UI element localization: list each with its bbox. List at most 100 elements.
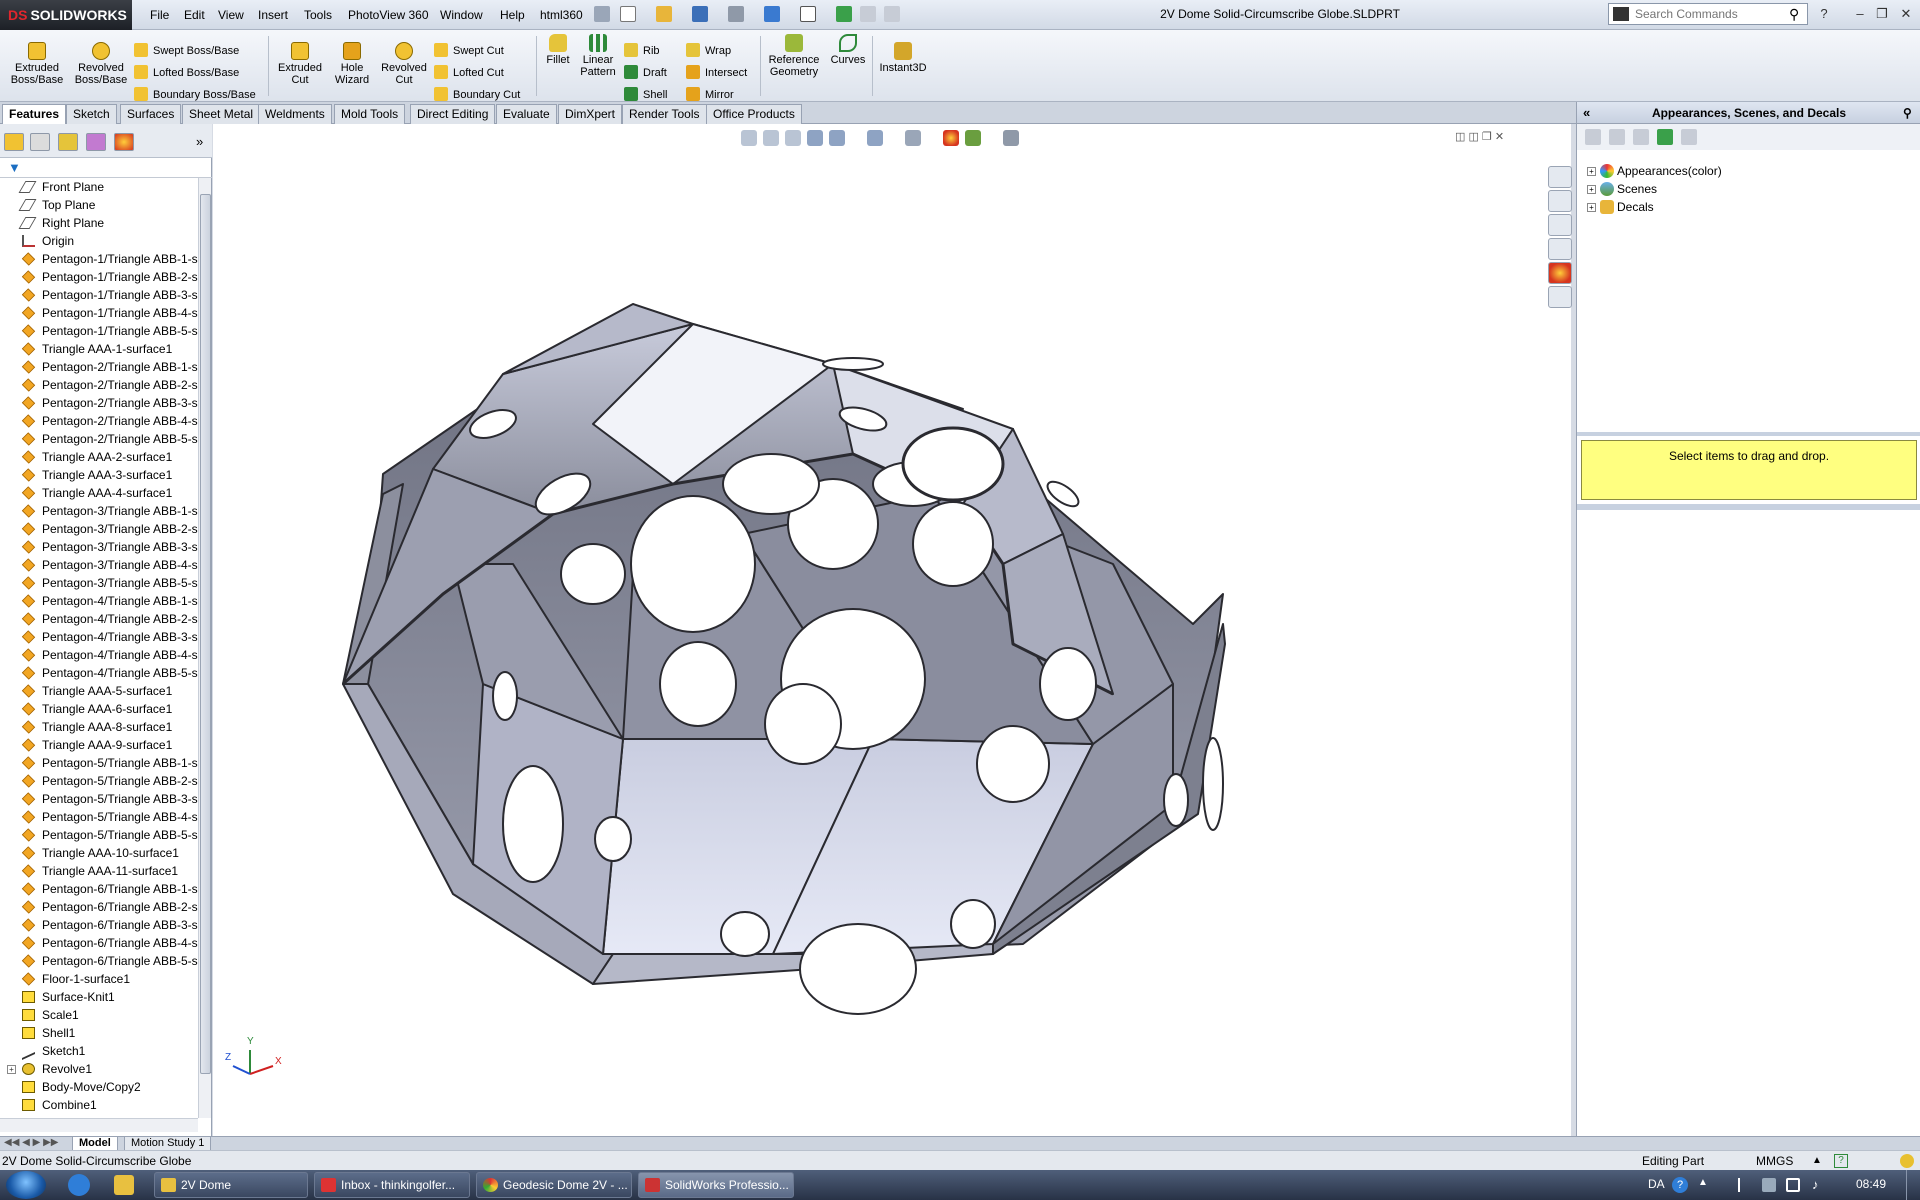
swept-boss-button[interactable]: Swept Boss/Base xyxy=(134,42,239,60)
feature-tree-scrollbar[interactable] xyxy=(198,178,211,1118)
filter-bar[interactable]: ▼ xyxy=(0,158,212,178)
reference-geometry-button[interactable]: Reference Geometry xyxy=(764,34,824,78)
tree-item[interactable]: Front Plane xyxy=(0,178,198,196)
tree-item[interactable]: Triangle AAA-8-surface1 xyxy=(0,718,198,736)
tree-item[interactable]: Pentagon-5/Triangle ABB-3-s xyxy=(0,790,198,808)
new-document-icon[interactable] xyxy=(620,6,636,22)
minimize-icon[interactable]: – xyxy=(1852,6,1868,22)
tree-item[interactable]: Pentagon-6/Triangle ABB-1-s xyxy=(0,880,198,898)
tree-item[interactable]: Pentagon-1/Triangle ABB-2-s xyxy=(0,268,198,286)
tree-item[interactable]: Pentagon-5/Triangle ABB-5-s xyxy=(0,826,198,844)
tree-item[interactable]: Combine1 xyxy=(0,1096,198,1114)
menu-file[interactable]: File xyxy=(146,6,173,24)
tab-scroll-icon[interactable]: ◀◀ ◀ ▶ ▶▶ xyxy=(4,1137,58,1148)
add-folder-icon[interactable] xyxy=(1633,129,1649,145)
extruded-boss-button[interactable]: Extruded Boss/Base xyxy=(6,42,68,86)
tree-item[interactable]: Pentagon-1/Triangle ABB-5-s xyxy=(0,322,198,340)
tree-item[interactable]: Pentagon-6/Triangle ABB-5-s xyxy=(0,952,198,970)
tree-item[interactable]: Triangle AAA-9-surface1 xyxy=(0,736,198,754)
tree-node-appearances[interactable]: + Appearances(color) xyxy=(1587,162,1722,180)
tray-expand-icon[interactable]: ▲ xyxy=(1698,1177,1708,1188)
tree-item[interactable]: Triangle AAA-5-surface1 xyxy=(0,682,198,700)
tree-item[interactable]: Triangle AAA-11-surface1 xyxy=(0,862,198,880)
tab-dimxpert[interactable]: DimXpert xyxy=(558,104,623,124)
units-selector[interactable]: MMGS xyxy=(1756,1151,1793,1171)
input-language[interactable]: DA xyxy=(1648,1177,1665,1191)
taskbar-item-gmail[interactable]: Inbox - thinkingolfer... xyxy=(314,1172,470,1198)
property-manager-tab-icon[interactable] xyxy=(30,133,50,151)
tree-item[interactable]: Pentagon-5/Triangle ABB-4-s xyxy=(0,808,198,826)
tree-item[interactable]: Pentagon-6/Triangle ABB-3-s xyxy=(0,916,198,934)
tree-item[interactable]: Scale1 xyxy=(0,1006,198,1024)
expand-icon[interactable]: + xyxy=(1587,203,1596,212)
network-icon[interactable] xyxy=(1786,1178,1800,1192)
pin-icon[interactable] xyxy=(594,6,610,22)
geodesic-dome-model[interactable] xyxy=(213,124,1571,1136)
tree-item[interactable]: Pentagon-1/Triangle ABB-1-s xyxy=(0,250,198,268)
tree-node-decals[interactable]: + Decals xyxy=(1587,198,1654,216)
swept-cut-button[interactable]: Swept Cut xyxy=(434,42,504,60)
file-properties-icon[interactable] xyxy=(860,6,876,22)
taskbar-item-solidworks[interactable]: SolidWorks Professio... xyxy=(638,1172,794,1198)
tree-item[interactable]: Pentagon-1/Triangle ABB-3-s xyxy=(0,286,198,304)
forward-icon[interactable] xyxy=(1609,129,1625,145)
extruded-cut-button[interactable]: Extruded Cut xyxy=(272,42,328,86)
solidworks-logo[interactable]: DS SOLIDWORKS xyxy=(0,0,132,30)
close-icon[interactable]: ✕ xyxy=(1898,6,1914,22)
pane-splitter[interactable] xyxy=(1577,504,1920,510)
refresh-icon[interactable] xyxy=(1657,129,1673,145)
print-icon[interactable] xyxy=(728,6,744,22)
tree-item[interactable]: Pentagon-2/Triangle ABB-1-s xyxy=(0,358,198,376)
menu-photoview[interactable]: PhotoView 360 xyxy=(344,6,433,24)
tree-item[interactable]: Pentagon-3/Triangle ABB-1-s xyxy=(0,502,198,520)
taskbar-item-chrome[interactable]: Geodesic Dome 2V - ... xyxy=(476,1172,632,1198)
lofted-boss-button[interactable]: Lofted Boss/Base xyxy=(134,64,239,82)
file-explorer-icon[interactable] xyxy=(1548,214,1572,236)
instant3d-button[interactable]: Instant3D xyxy=(874,42,932,74)
tab-sheet-metal[interactable]: Sheet Metal xyxy=(182,104,261,124)
tree-item[interactable]: Floor-1-surface1 xyxy=(0,970,198,988)
help-icon[interactable]: ? xyxy=(1816,6,1832,22)
tab-surfaces[interactable]: Surfaces xyxy=(120,104,182,124)
tray-app-icon[interactable] xyxy=(1762,1178,1776,1192)
open-folder-icon[interactable] xyxy=(656,6,672,22)
pane-splitter[interactable] xyxy=(1577,432,1920,436)
tab-sketch[interactable]: Sketch xyxy=(66,104,117,124)
tree-item[interactable]: Pentagon-6/Triangle ABB-4-s xyxy=(0,934,198,952)
fillet-button[interactable]: Fillet xyxy=(540,34,576,66)
units-arrow-icon[interactable]: ▲ xyxy=(1812,1151,1822,1171)
tree-item[interactable]: Pentagon-3/Triangle ABB-3-s xyxy=(0,538,198,556)
custom-properties-icon[interactable] xyxy=(1548,286,1572,308)
menu-html360[interactable]: html360 xyxy=(536,6,587,24)
revolved-cut-button[interactable]: Revolved Cut xyxy=(376,42,432,86)
tree-item[interactable]: Pentagon-2/Triangle ABB-5-s xyxy=(0,430,198,448)
tree-item[interactable]: Top Plane xyxy=(0,196,198,214)
show-desktop-button[interactable] xyxy=(1906,1170,1920,1200)
tree-item[interactable]: + Revolve1 xyxy=(0,1060,198,1078)
hole-wizard-button[interactable]: Hole Wizard xyxy=(326,42,378,86)
tree-item[interactable]: Pentagon-1/Triangle ABB-4-s xyxy=(0,304,198,322)
tab-direct-editing[interactable]: Direct Editing xyxy=(410,104,496,124)
configuration-manager-tab-icon[interactable] xyxy=(58,133,78,151)
start-button[interactable] xyxy=(6,1171,46,1199)
menu-insert[interactable]: Insert xyxy=(254,6,292,24)
internet-explorer-icon[interactable] xyxy=(68,1174,90,1196)
expand-panel-icon[interactable]: » xyxy=(196,134,203,149)
tree-item[interactable]: Triangle AAA-2-surface1 xyxy=(0,448,198,466)
tree-item[interactable]: Shell1 xyxy=(0,1024,198,1042)
search-input[interactable] xyxy=(1635,7,1785,21)
intersect-button[interactable]: Intersect xyxy=(686,64,747,82)
tab-weldments[interactable]: Weldments xyxy=(258,104,332,124)
rib-button[interactable]: Rib xyxy=(624,42,660,60)
media-player-icon[interactable] xyxy=(114,1175,134,1195)
feature-tree-hscrollbar[interactable] xyxy=(0,1118,198,1132)
tree-item[interactable]: Pentagon-4/Triangle ABB-2-s xyxy=(0,610,198,628)
undo-icon[interactable] xyxy=(764,6,780,22)
tree-item[interactable]: Sketch1 xyxy=(0,1041,198,1061)
tab-office-products[interactable]: Office Products xyxy=(706,104,802,124)
taskbar-item-folder[interactable]: 2V Dome xyxy=(154,1172,308,1198)
help-status-icon[interactable]: ? xyxy=(1834,1154,1848,1168)
tab-evaluate[interactable]: Evaluate xyxy=(496,104,557,124)
draft-button[interactable]: Draft xyxy=(624,64,667,82)
tree-item[interactable]: Right Plane xyxy=(0,214,198,232)
